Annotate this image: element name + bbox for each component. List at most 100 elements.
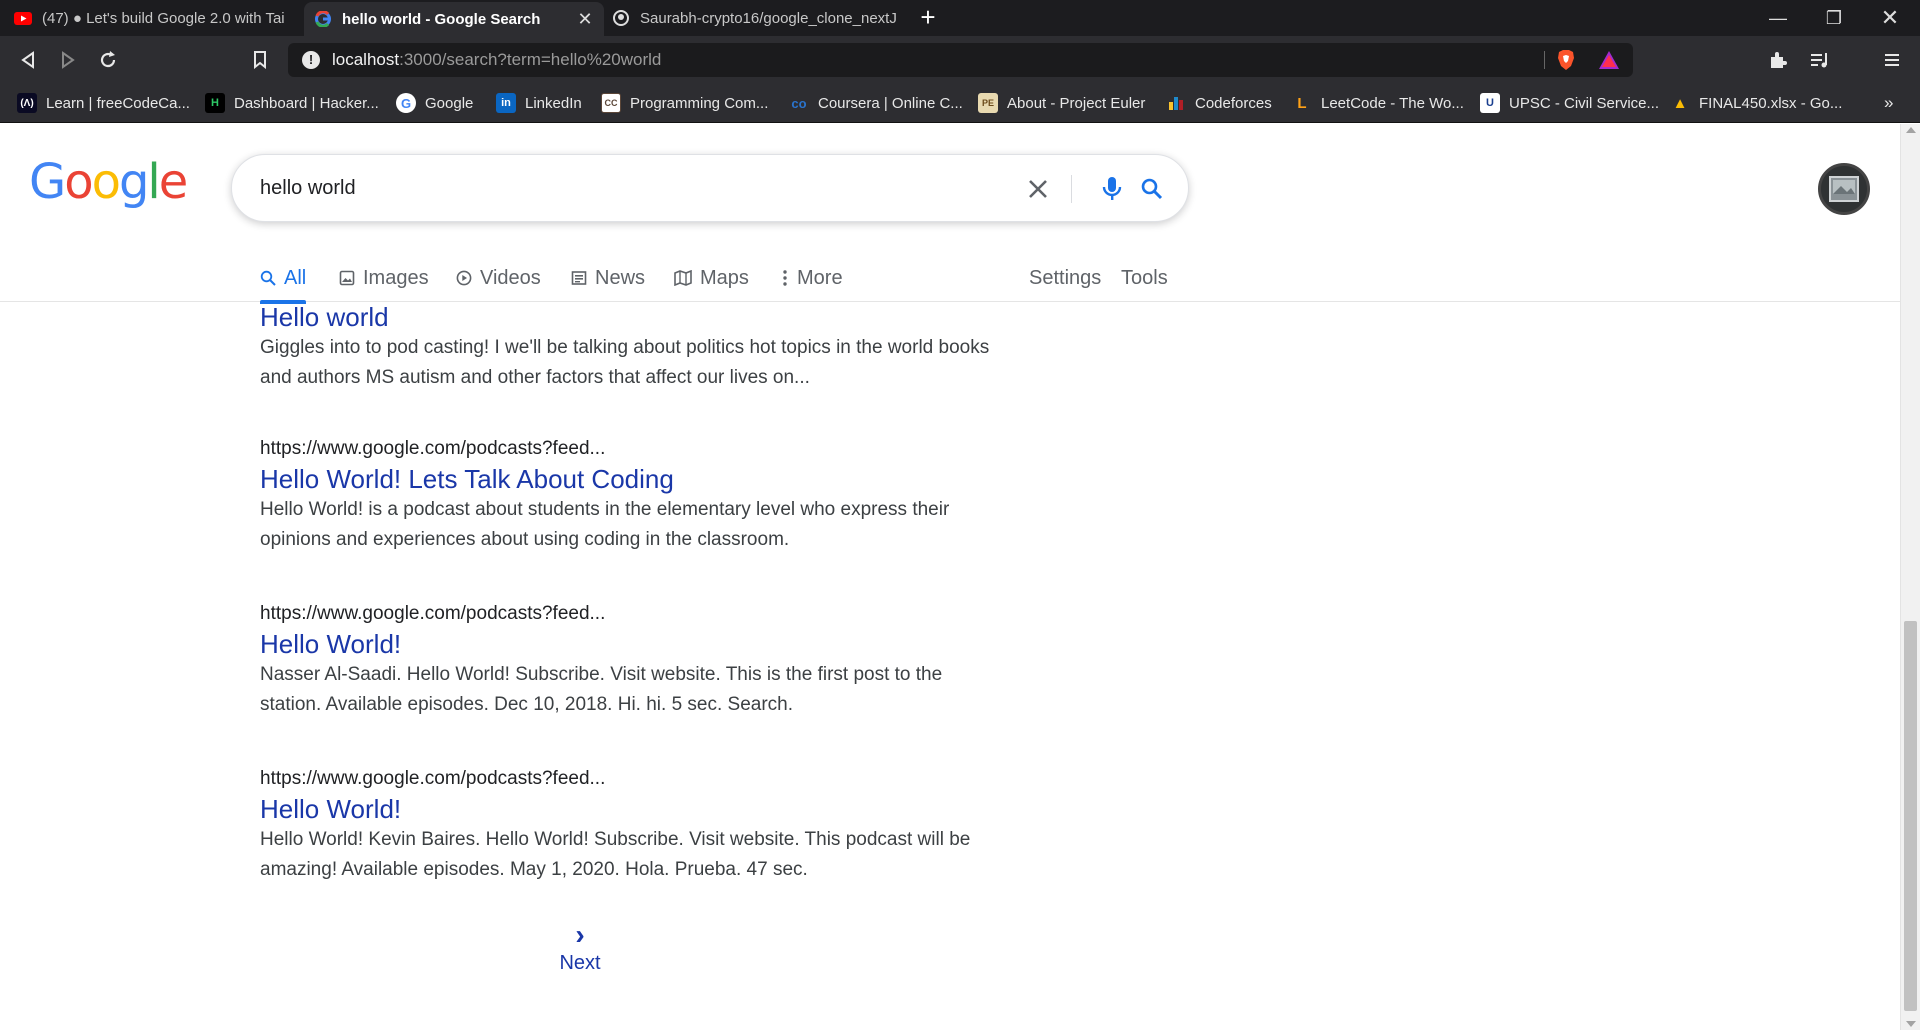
- result-title[interactable]: Hello World! Lets Talk About Coding: [260, 464, 1000, 495]
- tab-title: Saurabh-crypto16/google_clone_nextJ: [640, 9, 897, 27]
- tab-label: News: [595, 266, 646, 289]
- google-logo[interactable]: Google: [29, 154, 188, 210]
- bookmark-codechef[interactable]: CC Programming Com...: [601, 84, 768, 122]
- address-bar[interactable]: ! localhost:3000/search?term=hello%20wor…: [288, 43, 1633, 77]
- tab-youtube[interactable]: (47) ● Let's build Google 2.0 with Tai: [14, 0, 296, 36]
- tab-title: (47) ● Let's build Google 2.0 with Tai: [42, 9, 285, 27]
- bookmark-project-euler[interactable]: PE About - Project Euler: [978, 84, 1145, 122]
- next-page-button[interactable]: › Next: [558, 919, 602, 975]
- search-icon: [260, 270, 276, 286]
- bookmark-label: Google: [425, 94, 474, 112]
- bookmark-google-drive[interactable]: ▲ FINAL450.xlsx - Go...: [1670, 84, 1843, 122]
- tab-google-search[interactable]: hello world - Google Search ✕: [304, 2, 604, 36]
- bookmark-label: Programming Com...: [630, 94, 769, 112]
- menu-icon[interactable]: [1878, 46, 1906, 74]
- bookmark-label: About - Project Euler: [1007, 94, 1146, 112]
- scrollbar-thumb[interactable]: [1904, 621, 1917, 1011]
- bookmark-linkedin[interactable]: in LinkedIn: [496, 84, 582, 122]
- bookmark-google[interactable]: G Google: [396, 84, 473, 122]
- result-snippet: Hello World! Kevin Baires. Hello World! …: [260, 829, 971, 880]
- bookmark-label: LinkedIn: [525, 94, 582, 112]
- map-icon: [674, 270, 692, 286]
- search-icon[interactable]: [1136, 173, 1168, 205]
- reload-icon[interactable]: [94, 46, 122, 74]
- tab-maps[interactable]: Maps: [674, 254, 749, 302]
- coursera-icon: co: [791, 95, 807, 111]
- bookmark-leetcode[interactable]: L LeetCode - The Wo...: [1292, 84, 1464, 122]
- more-vert-icon: [781, 269, 789, 287]
- bookmark-coursera[interactable]: co Coursera | Online C...: [789, 84, 962, 122]
- github-icon: [612, 9, 630, 27]
- result-title[interactable]: Hello World!: [260, 629, 1000, 660]
- bookmark-label: LeetCode - The Wo...: [1321, 94, 1464, 112]
- bookmark-hackerrank[interactable]: H Dashboard | Hacker...: [205, 84, 379, 122]
- extensions-icon[interactable]: [1764, 46, 1792, 74]
- new-tab-button[interactable]: +: [915, 4, 941, 32]
- tab-images[interactable]: Images: [339, 254, 429, 302]
- forward-icon[interactable]: [54, 46, 82, 74]
- scroll-up-icon[interactable]: [1906, 127, 1916, 133]
- result-title[interactable]: Hello World!: [260, 794, 1000, 825]
- bookmark-freecodecamp[interactable]: (Λ) Learn | freeCodeCa...: [17, 84, 190, 122]
- google-icon: [314, 10, 332, 28]
- close-window-icon[interactable]: ✕: [1862, 0, 1918, 36]
- search-header: Google All: [0, 124, 1900, 304]
- tab-label: Images: [363, 266, 429, 289]
- tab-more[interactable]: More: [781, 254, 843, 302]
- newspaper-icon: [571, 270, 587, 286]
- tab-all[interactable]: All: [260, 254, 307, 304]
- chevron-right-icon: ›: [575, 919, 585, 950]
- search-input[interactable]: [260, 172, 990, 204]
- minimize-icon[interactable]: —: [1750, 0, 1806, 36]
- linkedin-icon: in: [496, 93, 516, 113]
- result-url[interactable]: https://www.google.com/podcasts?feed...: [260, 768, 1000, 790]
- more-bookmarks-button[interactable]: »: [1884, 84, 1893, 122]
- bookmark-label: Dashboard | Hacker...: [234, 94, 379, 112]
- tools-link[interactable]: Tools: [1121, 254, 1168, 302]
- tab-news[interactable]: News: [571, 254, 645, 302]
- tab-label: More: [797, 266, 843, 289]
- brave-rewards-icon[interactable]: [1598, 50, 1620, 75]
- google-drive-icon: ▲: [1672, 94, 1688, 112]
- close-tab-icon[interactable]: ✕: [576, 9, 594, 30]
- bookmark-label: Learn | freeCodeCa...: [46, 94, 190, 112]
- browser-tab-strip: (47) ● Let's build Google 2.0 with Tai h…: [0, 0, 1920, 36]
- scroll-down-icon[interactable]: [1906, 1021, 1916, 1027]
- result-item: https://www.google.com/podcasts?feed... …: [260, 768, 1000, 885]
- image-icon: [339, 270, 355, 286]
- bookmark-codeforces[interactable]: Codeforces: [1166, 84, 1272, 122]
- youtube-icon: [14, 9, 32, 27]
- result-url[interactable]: https://www.google.com/podcasts?feed...: [260, 603, 1000, 625]
- result-item: Hello world Giggles into to pod casting!…: [260, 302, 1000, 393]
- result-url[interactable]: https://www.google.com/podcasts?feed...: [260, 438, 1000, 460]
- result-title[interactable]: Hello world: [260, 302, 1000, 333]
- result-item: https://www.google.com/podcasts?feed... …: [260, 603, 1000, 720]
- upsc-icon: U: [1480, 93, 1500, 113]
- back-icon[interactable]: [14, 46, 42, 74]
- bookmark-upsc[interactable]: U UPSC - Civil Service...: [1480, 84, 1659, 122]
- clear-icon[interactable]: [1022, 173, 1054, 205]
- freecodecamp-icon: (Λ): [17, 93, 37, 113]
- microphone-icon[interactable]: [1096, 173, 1128, 205]
- avatar[interactable]: [1818, 163, 1870, 215]
- search-results-page: Google All: [0, 124, 1920, 1030]
- playlist-icon[interactable]: [1806, 46, 1834, 74]
- brave-shield-icon[interactable]: [1556, 49, 1576, 76]
- result-snippet: Hello World! is a podcast about students…: [260, 499, 950, 550]
- project-euler-icon: PE: [978, 93, 998, 113]
- leetcode-icon: L: [1297, 94, 1307, 112]
- bookmarks-bar: (Λ) Learn | freeCodeCa... H Dashboard | …: [0, 84, 1920, 123]
- site-info-icon[interactable]: !: [302, 51, 320, 69]
- search-divider: [1071, 175, 1072, 203]
- codechef-icon: CC: [601, 93, 621, 113]
- tab-title: hello world - Google Search: [342, 10, 541, 28]
- restore-icon[interactable]: ❐: [1806, 0, 1862, 36]
- bookmark-icon[interactable]: [246, 46, 274, 74]
- codeforces-icon: [1166, 93, 1186, 113]
- tab-label: Videos: [480, 266, 541, 289]
- tab-videos[interactable]: Videos: [456, 254, 541, 302]
- result-snippet: Giggles into to pod casting! I we'll be …: [260, 337, 990, 388]
- tab-github[interactable]: Saurabh-crypto16/google_clone_nextJ: [612, 0, 900, 36]
- page-scrollbar[interactable]: [1900, 124, 1920, 1030]
- settings-link[interactable]: Settings: [1029, 254, 1101, 302]
